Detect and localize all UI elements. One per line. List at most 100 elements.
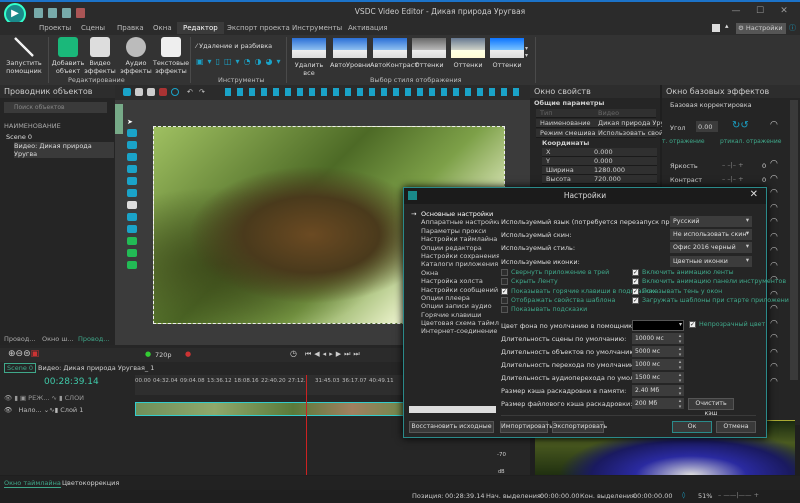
horizontal-flip-link[interactable]: т. отражение (662, 138, 705, 145)
close-button[interactable]: ✕ (774, 6, 794, 16)
nav-timeline[interactable]: Настройки таймлайна (409, 235, 499, 243)
wizard-button[interactable]: Запустить помощник (4, 37, 44, 75)
nav-timeline-colors[interactable]: Цветовая схема таймлайн (409, 319, 499, 327)
playback-controls[interactable]: ⏮◀◂▸▶⏭⏭ (305, 350, 363, 359)
checkbox-template-props[interactable]: Отображать свойства шаблона (501, 297, 615, 304)
rectangle-icon[interactable] (127, 165, 137, 173)
resolution-select[interactable]: 720p (155, 351, 172, 359)
save-icon[interactable] (62, 8, 71, 18)
settings-button[interactable]: ⚙ Настройки (736, 23, 786, 34)
rotate-icons[interactable]: ↻↺ (732, 120, 749, 131)
tab-export[interactable]: Экспорт проекта (222, 23, 295, 33)
text-tool-icon[interactable] (127, 201, 137, 209)
nav-horizontal-scrollbar[interactable] (409, 406, 496, 413)
tab-timeline-window[interactable]: Окно таймлайна (4, 479, 61, 488)
file-cache-input[interactable]: 200 Мб (632, 398, 684, 409)
tab-scenes[interactable]: Сцены (76, 23, 110, 33)
minimize-button[interactable]: — (726, 6, 746, 16)
skin-select[interactable]: Не использовать скин (670, 229, 752, 240)
cut-icon[interactable] (123, 88, 131, 96)
reset-icon[interactable]: ◠ (770, 120, 778, 130)
language-select[interactable]: Русский (670, 216, 752, 227)
tab-explorer-active[interactable]: Провод... (78, 335, 110, 343)
tools-icons[interactable]: ▣▾▯◫▾◔◑◕▾ (196, 57, 285, 66)
tool-icon[interactable] (127, 141, 137, 149)
collapse-ribbon-icon[interactable]: ▴ (725, 22, 729, 30)
zoom-controls-icons[interactable]: ⊕⊖⊜▣ (8, 349, 39, 359)
shape-icon[interactable] (127, 189, 137, 197)
object-duration-input[interactable]: 5000 мс (632, 346, 684, 357)
ok-button[interactable]: Ок (672, 421, 712, 433)
canvas-side-icons[interactable] (115, 104, 123, 134)
nav-windows[interactable]: Окна (409, 269, 499, 277)
style-thumb-shades[interactable] (451, 38, 485, 58)
transition-duration-input[interactable]: 1000 мс (632, 359, 684, 370)
tab-editor[interactable]: Редактор (177, 22, 224, 34)
copy-icon[interactable] (135, 88, 143, 96)
checkbox-show-hints[interactable]: Показывать подсказки (501, 306, 587, 313)
prop-row[interactable]: Режим смешиваИспользовать свойс (536, 129, 656, 138)
scene-duration-input[interactable]: 10000 мс (632, 333, 684, 344)
icons-select[interactable]: Цветные иконки (670, 256, 752, 267)
export-icon[interactable] (76, 8, 85, 18)
nav-proxy[interactable]: Параметры прокси (409, 227, 499, 235)
section-general[interactable]: Общие параметры (534, 99, 604, 107)
export-button[interactable]: Экспортировать (552, 421, 604, 433)
chart-icon[interactable] (127, 261, 137, 269)
checkbox-minimize-tray[interactable]: Свернуть приложение в трей (501, 269, 609, 276)
checkbox-box[interactable] (501, 278, 508, 285)
checkbox-load-templates[interactable]: ✓Загружать шаблоны при старте приложени (632, 297, 789, 304)
alignment-icons[interactable] (225, 88, 525, 96)
nav-directories[interactable]: Каталоги приложения (409, 260, 499, 268)
circle-icon[interactable] (171, 88, 179, 96)
track-header[interactable]: 👁 Нало... ⌄∿▮ Слой 1 (4, 406, 83, 414)
paste-icon[interactable] (147, 88, 155, 96)
scrollbar[interactable] (790, 100, 798, 380)
audio-transition-input[interactable]: 1500 мс (632, 372, 684, 383)
checkbox-box[interactable] (501, 306, 508, 313)
maximize-button[interactable]: ☐ (750, 6, 770, 16)
coord-row[interactable]: Высота720.000 (542, 175, 657, 184)
style-select[interactable]: Офис 2016 черный (670, 242, 752, 253)
style-thumb-shades[interactable] (490, 38, 524, 58)
section-basic-correction[interactable]: Базовая корректировка (670, 101, 752, 109)
tab-color-correction[interactable]: Цветокоррекция (62, 479, 119, 487)
tab-projects[interactable]: Проекты (34, 23, 76, 33)
checkbox-box[interactable]: ✓ (501, 288, 508, 295)
audio-icon[interactable] (127, 237, 137, 245)
checkbox-box[interactable]: ✓ (632, 288, 639, 295)
tree-item-video[interactable]: Видео: Дикая природа Уругва (14, 142, 114, 158)
tab-activation[interactable]: Активация (343, 23, 393, 33)
bgcolor-picker[interactable]: ▾ (632, 320, 684, 331)
style-thumb-autolevels[interactable] (333, 38, 367, 58)
checkbox-box[interactable]: ✓ (632, 297, 639, 304)
video-icon[interactable] (127, 249, 137, 257)
cancel-button[interactable]: Отмена (716, 421, 756, 433)
text-effects-button[interactable]: Текстовые эффекты (150, 37, 192, 75)
zoom-icon[interactable]: ◊ (682, 491, 685, 499)
tree-item-scene[interactable]: Scene 0 (6, 133, 32, 141)
nav-canvas[interactable]: Настройка холста (409, 277, 499, 285)
style-thumb-shades[interactable] (412, 38, 446, 58)
nav-audio-recording[interactable]: Опции записи аудио (409, 302, 499, 310)
nav-editor[interactable]: Опции редактора (409, 244, 499, 252)
memory-cache-input[interactable]: 2.40 Мб (632, 385, 684, 396)
playhead[interactable] (306, 375, 307, 475)
delete-icon[interactable] (159, 88, 167, 96)
track-blend[interactable]: Нало... (18, 406, 41, 414)
redo-icon[interactable]: ↷ (199, 88, 207, 96)
open-project-icon[interactable] (48, 8, 57, 18)
subtitle-icon[interactable] (127, 213, 137, 221)
layout-icon[interactable] (712, 24, 720, 32)
checkbox-toolbar-animation[interactable]: ✓Включить анимацию панели инструментов (632, 278, 786, 285)
nav-saving[interactable]: Настройки сохранения (409, 252, 499, 260)
nav-hardware[interactable]: Аппаратные настройки (409, 218, 499, 226)
checkbox-box[interactable]: ✓ (632, 269, 639, 276)
restore-defaults-button[interactable]: Восстановить исходные (409, 421, 494, 433)
tab-edit[interactable]: Правка (112, 23, 149, 33)
line-icon[interactable] (127, 153, 137, 161)
checkbox-box[interactable] (501, 297, 508, 304)
checkbox-hide-ribbon[interactable]: Скрыть Ленту (501, 278, 558, 285)
delete-split-button[interactable]: ⁄ Удаление и разбивка (196, 42, 272, 50)
record-dot-icon[interactable]: ● (185, 350, 191, 358)
